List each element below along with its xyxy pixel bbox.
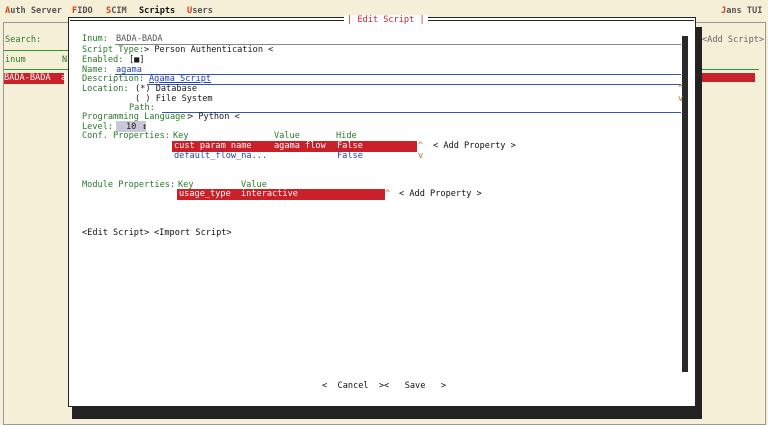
programming-language-select[interactable]: > Python < <box>188 112 240 123</box>
header-divider <box>4 69 68 70</box>
conf-row-1-value: agama flow <box>274 141 326 151</box>
save-button[interactable]: < Save > <box>384 381 446 392</box>
header-divider-right <box>697 69 759 70</box>
app-title: Jans TUI <box>721 6 762 17</box>
menu-users[interactable]: Users <box>187 6 213 17</box>
row-name: a <box>60 73 67 83</box>
menu-scim[interactable]: SCIM <box>106 6 127 17</box>
add-conf-property-button[interactable]: < Add Property > <box>433 141 516 152</box>
edit-script-button[interactable]: <Edit Script> <box>82 228 149 239</box>
dialog-title-text: Edit Script <box>357 15 415 25</box>
menu-fido[interactable]: FIDO <box>72 6 93 17</box>
table-row-selected-right <box>697 73 755 82</box>
conf-scroll-down-icon[interactable]: v <box>418 151 423 162</box>
menu-scripts[interactable]: Scripts <box>139 6 175 17</box>
inum-label: Inum: <box>82 34 108 44</box>
description-underline <box>148 84 681 85</box>
conf-properties-label: Conf. Properties: <box>82 131 170 141</box>
import-script-button[interactable]: <Import Script> <box>154 228 232 239</box>
cancel-button[interactable]: < Cancel > <box>322 381 384 392</box>
menu-scripts-label-rest: ipts <box>154 6 176 16</box>
row-inum: BADA-BADA <box>4 73 51 83</box>
table-row-selected[interactable]: BADA-BADA a <box>4 73 67 84</box>
conf-row-2-key[interactable]: default_flow_na... <box>174 151 267 162</box>
menu-auth-server-label: uth Server <box>10 6 62 16</box>
add-module-property-button[interactable]: < Add Property > <box>399 189 482 200</box>
menu-scripts-label: Scr <box>139 6 155 16</box>
menu-scim-label: CIM <box>111 6 127 16</box>
module-row-1-key: usage_type <box>179 189 231 199</box>
app-title-label: ans TUI <box>726 6 763 16</box>
location-label: Location: <box>82 84 129 94</box>
path-input[interactable] <box>162 112 681 113</box>
script-type-select[interactable]: > Person Authentication < <box>144 45 273 56</box>
module-row-1-value: interactive <box>241 189 298 199</box>
column-header-name: N <box>62 55 68 65</box>
dialog-title: | Edit Script | <box>344 15 428 26</box>
menu-fido-label: IDO <box>77 6 93 16</box>
search-underline <box>4 50 68 51</box>
add-script-button[interactable]: <Add Script> <box>702 35 764 46</box>
menu-users-label: sers <box>192 6 213 16</box>
conf-row-2-hide[interactable]: False <box>337 151 363 162</box>
search-label: Search: <box>5 35 42 45</box>
location-scroll-down-icon[interactable]: v <box>678 94 683 105</box>
module-properties-label: Module Properties: <box>82 180 176 190</box>
column-header-inum: inum <box>5 55 26 65</box>
module-scroll-up-icon[interactable]: ^ <box>385 189 390 200</box>
menu-auth-server[interactable]: Auth Server <box>5 6 62 17</box>
